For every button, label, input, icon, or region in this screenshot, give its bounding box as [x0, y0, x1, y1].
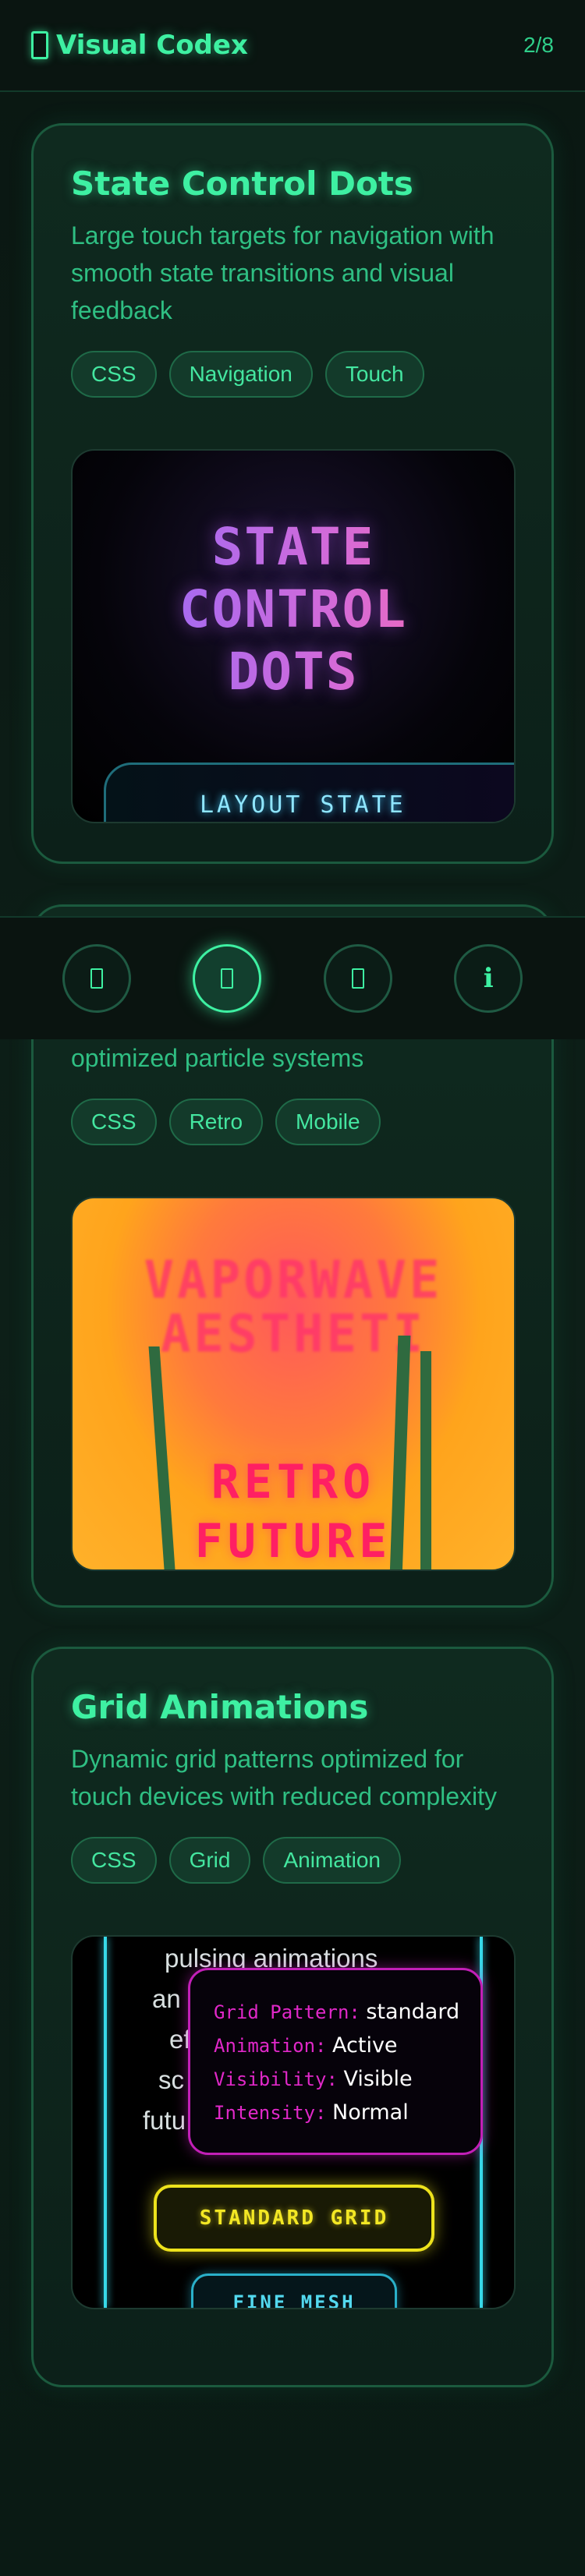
- tag-list: CSS Retro Mobile: [71, 1099, 514, 1145]
- top-bar: Visual Codex 2/8: [0, 0, 585, 92]
- nav-dot-3[interactable]: [323, 944, 392, 1013]
- card-description: Dynamic grid patterns optimized for touc…: [71, 1745, 498, 1810]
- info-icon: ℹ: [483, 964, 494, 993]
- nav-dot-info[interactable]: ℹ: [454, 944, 523, 1013]
- info-row-animation: Animation: Active: [214, 2033, 398, 2058]
- tag-css[interactable]: CSS: [71, 1099, 157, 1145]
- nav-dot-1[interactable]: [62, 944, 131, 1013]
- card-title: State Control Dots: [71, 165, 413, 203]
- preview-retro-future[interactable]: VAPORWAVE AESTHETI RETRO FUTURE: [71, 1197, 516, 1571]
- state-control-nav: ℹ: [0, 916, 585, 1039]
- card-description: optimized particle systems: [71, 1044, 364, 1072]
- grid-info-popover: Grid Pattern: standard Animation: Active…: [188, 1968, 483, 2155]
- nav-dot-2-active[interactable]: [193, 944, 262, 1013]
- tag-animation[interactable]: Animation: [263, 1837, 401, 1884]
- tag-mobile[interactable]: Mobile: [275, 1099, 381, 1145]
- headline-line: RETRO: [211, 1455, 376, 1509]
- card-title: Grid Animations: [71, 1688, 369, 1726]
- neon-border-left: [104, 1937, 107, 2308]
- blurred-headline: VAPORWAVE AESTHETI: [144, 1250, 443, 1365]
- tag-navigation[interactable]: Navigation: [168, 351, 313, 398]
- background-line: sc: [158, 2065, 184, 2094]
- tag-css[interactable]: CSS: [71, 1837, 157, 1884]
- tag-list: CSS Navigation Touch: [71, 351, 514, 398]
- preview-state-control-dots[interactable]: STATE CONTROL DOTS STATE CONTROL DOTS LA…: [71, 449, 516, 823]
- background-line: futu: [143, 2106, 186, 2135]
- layout-state-panel[interactable]: LAYOUT STATE: [104, 763, 514, 822]
- tag-touch[interactable]: Touch: [324, 351, 424, 398]
- info-row-pattern: Grid Pattern: standard: [214, 2000, 460, 2024]
- tag-css[interactable]: CSS: [71, 351, 157, 398]
- headline-line: FUTURE: [194, 1514, 392, 1569]
- card-grid-animations[interactable]: Grid Animations Dynamic grid patterns op…: [31, 1647, 554, 2387]
- app-title: Visual Codex: [56, 30, 248, 61]
- info-row-visibility: Visibility: Visible: [214, 2067, 413, 2091]
- headline-line: CONTROL: [179, 579, 408, 639]
- headline-line: STATE: [211, 517, 375, 577]
- background-line: an: [152, 1984, 181, 2013]
- card-state-control-dots[interactable]: State Control Dots Large touch targets f…: [31, 123, 554, 864]
- square-icon: [351, 968, 364, 989]
- standard-grid-button[interactable]: STANDARD GRID: [154, 2185, 434, 2252]
- tag-grid[interactable]: Grid: [168, 1837, 251, 1884]
- headline-line: DOTS: [228, 642, 359, 702]
- fine-mesh-button[interactable]: FINE MESH: [191, 2273, 397, 2308]
- preview-headline: RETRO FUTURE: [73, 1453, 514, 1569]
- info-row-intensity: Intensity: Normal: [214, 2100, 409, 2125]
- square-icon: [90, 968, 103, 989]
- square-icon: [221, 968, 234, 989]
- tag-list: CSS Grid Animation: [71, 1837, 514, 1884]
- card-description: Large touch targets for navigation with …: [71, 221, 495, 324]
- preview-grid-animations[interactable]: pulsing animations an ef sc futu Grid Pa…: [71, 1935, 516, 2309]
- tag-retro[interactable]: Retro: [168, 1099, 264, 1145]
- brand[interactable]: Visual Codex: [31, 30, 248, 61]
- page-counter: 2/8: [523, 33, 554, 57]
- preview-headline: STATE CONTROL DOTS: [73, 516, 514, 703]
- panel-label: LAYOUT STATE: [200, 791, 406, 819]
- app-icon: [31, 31, 48, 59]
